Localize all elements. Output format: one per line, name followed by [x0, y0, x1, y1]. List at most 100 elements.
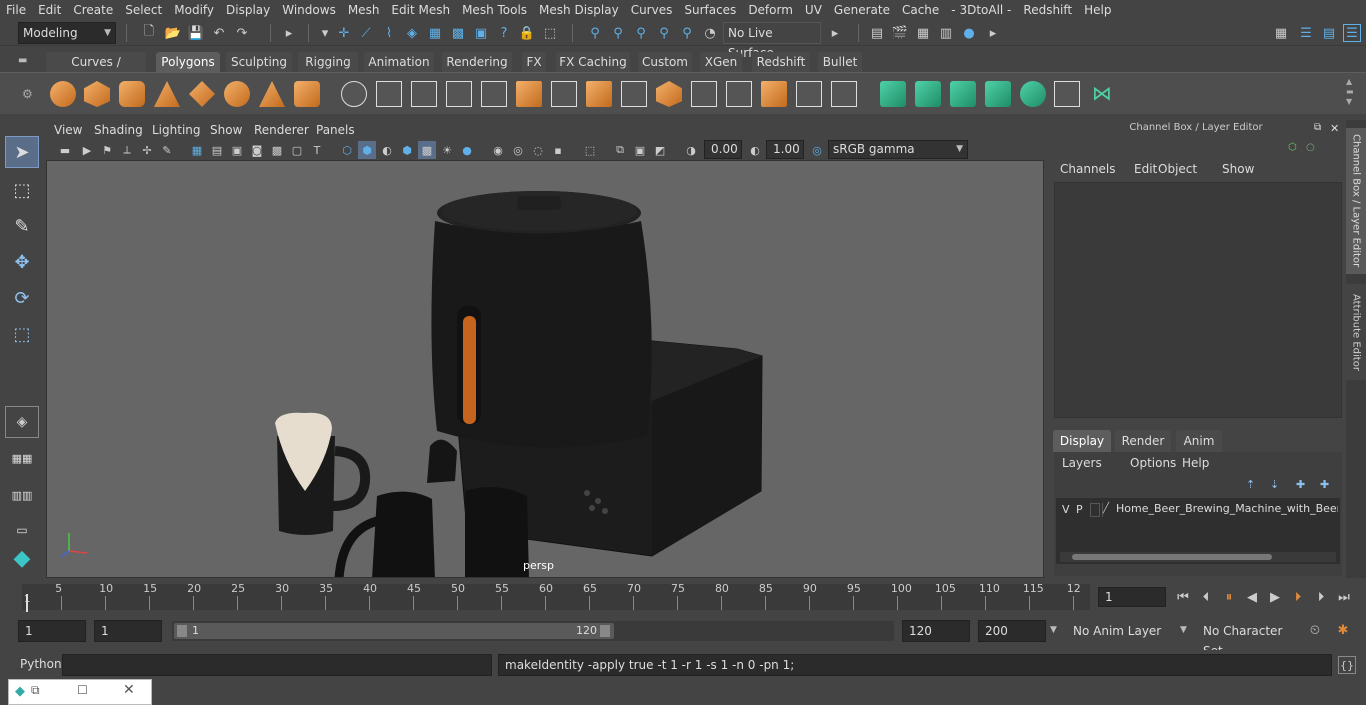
menu-edit-mesh[interactable]: Edit Mesh	[385, 0, 456, 20]
safe-title-icon[interactable]: T	[308, 141, 326, 159]
shelf-tab-curves-surfaces[interactable]: Curves / Surfaces	[46, 52, 146, 89]
snap-curve-icon[interactable]: ▦	[426, 24, 444, 42]
xray-components-icon[interactable]: ◩	[651, 141, 669, 159]
poly-plane-icon[interactable]	[189, 81, 215, 107]
layer-scrollbar[interactable]	[1060, 552, 1336, 562]
menu-cache[interactable]: Cache	[896, 0, 945, 20]
bevel-icon[interactable]	[586, 81, 612, 107]
snap-together-icon[interactable]: ⚲	[632, 24, 650, 42]
workspace-icon[interactable]: ▦	[1272, 24, 1290, 42]
fill-hole-icon[interactable]	[656, 81, 682, 107]
make-live-icon[interactable]: ⚲	[678, 24, 696, 42]
viewport-persp[interactable]: persp	[46, 160, 1044, 578]
snap-view-icon[interactable]: ▣	[472, 24, 490, 42]
append-polygon-icon[interactable]	[761, 81, 787, 107]
gamma-icon[interactable]: ◐	[746, 141, 764, 159]
layer-row[interactable]: V P ╱ Home_Beer_Brewing_Machine_with_Bee…	[1056, 500, 1340, 520]
shelf-tab-rigging[interactable]: Rigging	[298, 52, 358, 72]
bridge-icon[interactable]	[621, 81, 647, 107]
layer-menu-options[interactable]: Options	[1130, 456, 1176, 470]
channel-menu-show[interactable]: Show	[1222, 162, 1254, 176]
playback-end-field[interactable]: 120	[902, 620, 970, 642]
spherical-mapping-icon[interactable]	[950, 81, 976, 107]
layer-tab-display[interactable]: Display	[1053, 430, 1111, 452]
motion-blur-icon[interactable]: ◎	[509, 141, 527, 159]
move-layer-up-icon[interactable]: ⇡	[1246, 478, 1255, 491]
menu-display[interactable]: Display	[220, 0, 276, 20]
viewport-menu-renderer[interactable]: Renderer	[254, 120, 309, 140]
channel-menu-object[interactable]: Object	[1158, 162, 1197, 176]
play-forwards-icon[interactable]: ▶	[1266, 588, 1284, 606]
render-icon[interactable]: 🎬	[891, 24, 909, 42]
menu-select[interactable]: Select	[119, 0, 168, 20]
history-icon[interactable]: ⚲	[586, 24, 604, 42]
planar-mapping-icon[interactable]	[880, 81, 906, 107]
select-component-icon[interactable]: ⌇	[380, 24, 398, 42]
menu-deform[interactable]: Deform	[742, 0, 799, 20]
film-gate-icon[interactable]: ▤	[208, 141, 226, 159]
magnet-icon[interactable]: ⚲	[655, 24, 673, 42]
layer-menu-layers[interactable]: Layers	[1062, 456, 1102, 470]
close-icon[interactable]: ✕	[123, 682, 135, 698]
shelf-scroll-icon[interactable]: ▲ ▬ ▼	[1346, 77, 1354, 107]
range-start-grip[interactable]	[177, 625, 187, 637]
layer-tab-render[interactable]: Render	[1115, 430, 1171, 452]
poly-cone-icon[interactable]	[154, 81, 180, 107]
minimized-window[interactable]: ◆ ⧉ ☐ ✕	[8, 679, 152, 705]
menu-generate[interactable]: Generate	[828, 0, 896, 20]
layer-menu-help[interactable]: Help	[1182, 456, 1209, 470]
layer-type-toggle[interactable]	[1090, 503, 1100, 517]
symmetry-icon[interactable]: ◔	[701, 24, 719, 42]
collapse-icon[interactable]: ▸	[280, 24, 298, 42]
chevron-down-icon[interactable]: ▼	[1180, 625, 1187, 635]
mode-dropdown[interactable]: Modeling ▼	[18, 22, 116, 44]
layout-two-pane-icon[interactable]: ▥▥	[5, 479, 39, 511]
status-dot-icon[interactable]: ○	[1306, 142, 1315, 153]
camera-attr-icon[interactable]: ▶	[78, 141, 96, 159]
resolution-gate-icon[interactable]: ▣	[228, 141, 246, 159]
smooth-shade-icon[interactable]: ⬢	[358, 141, 376, 159]
symmetrize-icon[interactable]: ⋈	[1089, 81, 1115, 107]
redo-icon[interactable]: ↷	[233, 24, 251, 42]
menu-3dtoall[interactable]: - 3DtoAll -	[945, 0, 1017, 20]
menu-create[interactable]: Create	[67, 0, 119, 20]
shelf-tab-fx[interactable]: FX	[522, 52, 546, 72]
colorspace-dropdown[interactable]: sRGB gamma ▼	[828, 140, 968, 159]
camera-icon[interactable]: ▬	[56, 141, 74, 159]
paint-select-icon[interactable]: ✎	[5, 210, 39, 242]
viewport-menu-show[interactable]: Show	[210, 120, 242, 140]
playback-start-field[interactable]: 1	[94, 620, 162, 642]
shelf-tab-bullet[interactable]: Bullet	[818, 52, 862, 72]
close-icon[interactable]: ✕	[1330, 122, 1339, 135]
xray-icon[interactable]: ⧉	[611, 141, 629, 159]
select-tool-icon[interactable]: ➤	[5, 136, 39, 168]
go-to-end-icon[interactable]: ⏭	[1335, 588, 1353, 606]
boolean-icon[interactable]	[481, 81, 507, 107]
step-back-frame-icon[interactable]: ⏸	[1220, 588, 1238, 606]
render-view-icon[interactable]: ▤	[868, 24, 886, 42]
menu-file[interactable]: File	[0, 0, 32, 20]
new-layer-selected-icon[interactable]: ✚	[1320, 478, 1329, 491]
scale-tool-icon[interactable]: ⬚	[5, 318, 39, 350]
show-manipulator-icon[interactable]: ◈	[5, 406, 39, 438]
separate-icon[interactable]	[376, 81, 402, 107]
smooth-icon[interactable]	[446, 81, 472, 107]
gamma-field[interactable]: 1.00	[766, 140, 804, 159]
shade-wire-icon[interactable]: ◐	[378, 141, 396, 159]
range-slider[interactable]: 1 120	[172, 621, 894, 641]
exposure-icon[interactable]: ◑	[682, 141, 700, 159]
wireframe-icon[interactable]: ⬡	[338, 141, 356, 159]
menu-modify[interactable]: Modify	[168, 0, 220, 20]
step-forward-key-icon[interactable]: ⏵	[1312, 588, 1330, 606]
ambient-occlusion-icon[interactable]: ◉	[489, 141, 507, 159]
end-time-field[interactable]: 200	[978, 620, 1046, 642]
command-input[interactable]	[62, 654, 492, 676]
layer-visibility-toggle[interactable]: V	[1062, 503, 1070, 516]
step-back-key-icon[interactable]: ⏴	[1197, 588, 1215, 606]
channel-menu-channels[interactable]: Channels	[1060, 162, 1116, 176]
character-set-dropdown[interactable]: No Character Set	[1198, 620, 1300, 658]
time-slider[interactable]: 1 5 10 15 20 25 30 35 40 45 50 55 60 65 70 75 80 85 90 95 1…	[0, 580, 1366, 614]
checker-icon[interactable]	[1054, 81, 1080, 107]
auto-key-icon[interactable]: ⏲	[1306, 621, 1324, 639]
channel-menu-edit[interactable]: Edit	[1134, 162, 1157, 176]
